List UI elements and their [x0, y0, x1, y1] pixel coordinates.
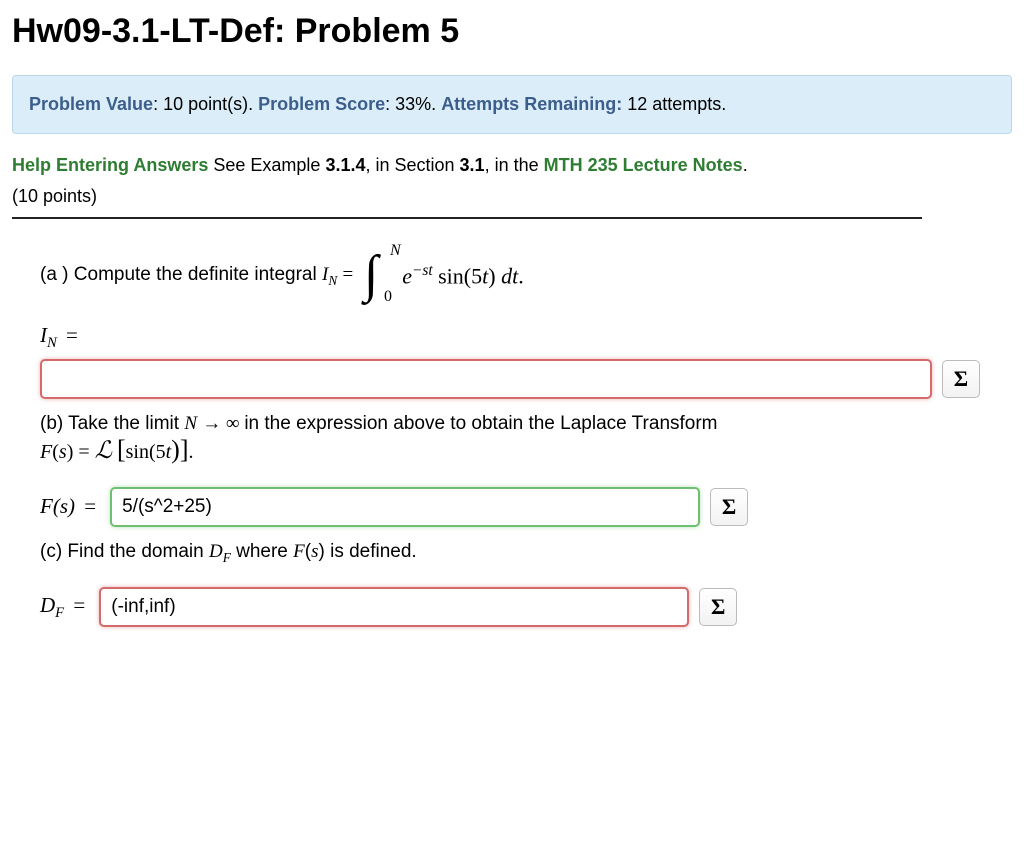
part-a-input[interactable] — [40, 359, 932, 399]
part-b-prompt: (b) Take the limit N → ∞ in the expressi… — [40, 413, 1012, 465]
part-b-label: F(s) = — [40, 494, 100, 519]
value-label: Problem Value — [29, 94, 153, 114]
sigma-button-a[interactable]: Σ — [942, 360, 980, 398]
integral-expression: ∫ N 0 e−st sin(5t) dt. — [362, 249, 524, 301]
help-link[interactable]: Help Entering Answers — [12, 155, 208, 175]
lecture-notes-link[interactable]: MTH 235 Lecture Notes — [544, 155, 743, 175]
divider — [12, 217, 922, 219]
sigma-button-c[interactable]: Σ — [699, 588, 737, 626]
part-a-prompt: (a ) Compute the definite integral IN = … — [40, 249, 1012, 301]
attempts-label: Attempts Remaining: — [441, 94, 622, 114]
problem-info-box: Problem Value: 10 point(s). Problem Scor… — [12, 75, 1012, 134]
part-b-input[interactable] — [110, 487, 700, 527]
sigma-button-b[interactable]: Σ — [710, 488, 748, 526]
part-c-input[interactable] — [99, 587, 689, 627]
part-c-prompt: (c) Find the domain DF where F(s) is def… — [40, 541, 1012, 566]
help-row: Help Entering Answers See Example 3.1.4,… — [12, 150, 1012, 181]
page-title: Hw09-3.1-LT-Def: Problem 5 — [12, 12, 1012, 51]
part-a-label: IN = — [40, 323, 1012, 352]
score-label: Problem Score — [258, 94, 385, 114]
points-line: (10 points) — [12, 186, 1012, 207]
integral-icon: ∫ N 0 — [364, 249, 378, 301]
part-c-label: DF = — [40, 593, 89, 622]
